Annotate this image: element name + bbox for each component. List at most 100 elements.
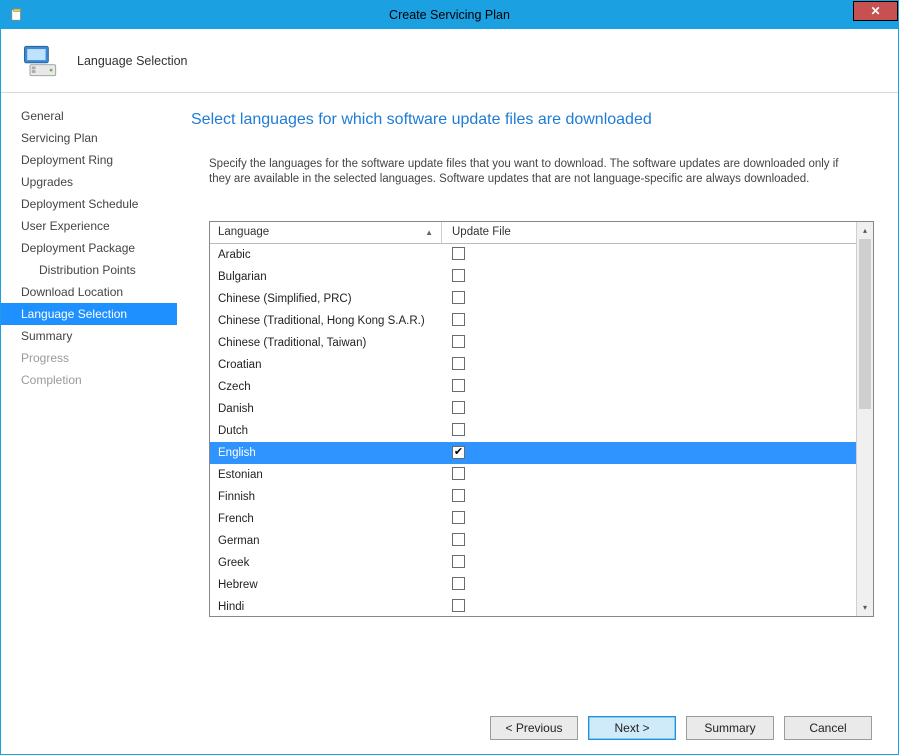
column-header-language-label: Language — [218, 226, 269, 238]
update-file-cell — [442, 379, 856, 395]
titlebar: Create Servicing Plan ✕ — [1, 1, 898, 29]
update-file-checkbox[interactable] — [452, 401, 465, 414]
update-file-checkbox[interactable] — [452, 511, 465, 524]
language-cell: Czech — [210, 381, 442, 393]
nav-item[interactable]: Deployment Package — [1, 237, 177, 259]
update-file-checkbox[interactable] — [452, 269, 465, 282]
wizard-icon — [19, 39, 63, 83]
scroll-up-button[interactable]: ▴ — [857, 222, 873, 239]
next-button[interactable]: Next > — [588, 716, 676, 740]
sort-asc-icon: ▲ — [425, 228, 433, 237]
close-button[interactable]: ✕ — [853, 1, 898, 21]
update-file-checkbox[interactable] — [452, 577, 465, 590]
language-cell: Bulgarian — [210, 271, 442, 283]
scroll-thumb[interactable] — [859, 239, 871, 409]
nav-item[interactable]: Download Location — [1, 281, 177, 303]
table-row[interactable]: Chinese (Simplified, PRC) — [210, 288, 856, 310]
nav-item[interactable]: Servicing Plan — [1, 127, 177, 149]
column-header-language[interactable]: Language ▲ — [210, 222, 442, 243]
update-file-cell — [442, 401, 856, 417]
update-file-checkbox[interactable] — [452, 357, 465, 370]
table-row[interactable]: Estonian — [210, 464, 856, 486]
update-file-cell — [442, 555, 856, 571]
table-row[interactable]: German — [210, 530, 856, 552]
nav-item[interactable]: User Experience — [1, 215, 177, 237]
window-title: Create Servicing Plan — [1, 8, 898, 22]
update-file-cell — [442, 467, 856, 483]
update-file-checkbox[interactable] — [452, 335, 465, 348]
table-row[interactable]: English✔ — [210, 442, 856, 464]
nav-item[interactable]: Deployment Ring — [1, 149, 177, 171]
nav-item: Progress — [1, 347, 177, 369]
table-row[interactable]: Finnish — [210, 486, 856, 508]
language-cell: French — [210, 513, 442, 525]
table-row[interactable]: Hebrew — [210, 574, 856, 596]
nav-item[interactable]: Summary — [1, 325, 177, 347]
update-file-cell — [442, 423, 856, 439]
language-cell: Arabic — [210, 249, 442, 261]
grid-header: Language ▲ Update File — [210, 222, 856, 244]
update-file-checkbox[interactable] — [452, 599, 465, 612]
update-file-cell — [442, 511, 856, 527]
column-header-update-file-label: Update File — [452, 226, 511, 238]
content-description: Specify the languages for the software u… — [209, 157, 849, 187]
table-row[interactable]: Hindi — [210, 596, 856, 616]
update-file-checkbox[interactable] — [452, 467, 465, 480]
column-header-update-file[interactable]: Update File — [442, 222, 856, 243]
update-file-cell — [442, 533, 856, 549]
summary-button[interactable]: Summary — [686, 716, 774, 740]
update-file-cell — [442, 313, 856, 329]
update-file-checkbox[interactable] — [452, 533, 465, 546]
grid-main: Language ▲ Update File Arabic Bulgarian Ch… — [210, 222, 856, 616]
update-file-cell — [442, 489, 856, 505]
update-file-cell — [442, 599, 856, 615]
table-row[interactable]: Croatian — [210, 354, 856, 376]
table-row[interactable]: Bulgarian — [210, 266, 856, 288]
update-file-checkbox[interactable] — [452, 313, 465, 326]
update-file-cell — [442, 357, 856, 373]
nav-item[interactable]: Upgrades — [1, 171, 177, 193]
scroll-track[interactable] — [857, 239, 873, 599]
previous-button[interactable]: < Previous — [490, 716, 578, 740]
content-heading: Select languages for which software upda… — [191, 111, 874, 129]
table-row[interactable]: Dutch — [210, 420, 856, 442]
chevron-down-icon: ▾ — [863, 603, 867, 612]
update-file-checkbox[interactable] — [452, 489, 465, 502]
cancel-button[interactable]: Cancel — [784, 716, 872, 740]
language-cell: Estonian — [210, 469, 442, 481]
language-cell: Dutch — [210, 425, 442, 437]
language-cell: Danish — [210, 403, 442, 415]
language-cell: Hebrew — [210, 579, 442, 591]
update-file-checkbox[interactable] — [452, 291, 465, 304]
nav-item[interactable]: Distribution Points — [1, 259, 177, 281]
scroll-down-button[interactable]: ▾ — [857, 599, 873, 616]
update-file-checkbox[interactable] — [452, 379, 465, 392]
update-file-checkbox[interactable] — [452, 423, 465, 436]
update-file-checkbox[interactable]: ✔ — [452, 446, 465, 459]
wizard-body: GeneralServicing PlanDeployment RingUpgr… — [1, 93, 898, 702]
language-grid: Language ▲ Update File Arabic Bulgarian Ch… — [209, 221, 874, 617]
update-file-checkbox[interactable] — [452, 247, 465, 260]
update-file-cell — [442, 577, 856, 593]
grid-rows: Arabic Bulgarian Chinese (Simplified, PRC)… — [210, 244, 856, 616]
page-name: Language Selection — [77, 54, 188, 68]
update-file-cell — [442, 291, 856, 307]
table-row[interactable]: Arabic — [210, 244, 856, 266]
table-row[interactable]: Greek — [210, 552, 856, 574]
nav-item[interactable]: Deployment Schedule — [1, 193, 177, 215]
table-row[interactable]: Danish — [210, 398, 856, 420]
language-cell: Croatian — [210, 359, 442, 371]
nav-item[interactable]: General — [1, 105, 177, 127]
table-row[interactable]: French — [210, 508, 856, 530]
language-cell: Greek — [210, 557, 442, 569]
language-cell: German — [210, 535, 442, 547]
grid-scrollbar[interactable]: ▴ ▾ — [856, 222, 873, 616]
update-file-cell: ✔ — [442, 446, 856, 459]
wizard-window: Create Servicing Plan ✕ Language Selecti… — [0, 0, 899, 755]
update-file-checkbox[interactable] — [452, 555, 465, 568]
language-cell: Chinese (Traditional, Taiwan) — [210, 337, 442, 349]
table-row[interactable]: Chinese (Traditional, Hong Kong S.A.R.) — [210, 310, 856, 332]
nav-item[interactable]: Language Selection — [1, 303, 177, 325]
table-row[interactable]: Chinese (Traditional, Taiwan) — [210, 332, 856, 354]
table-row[interactable]: Czech — [210, 376, 856, 398]
